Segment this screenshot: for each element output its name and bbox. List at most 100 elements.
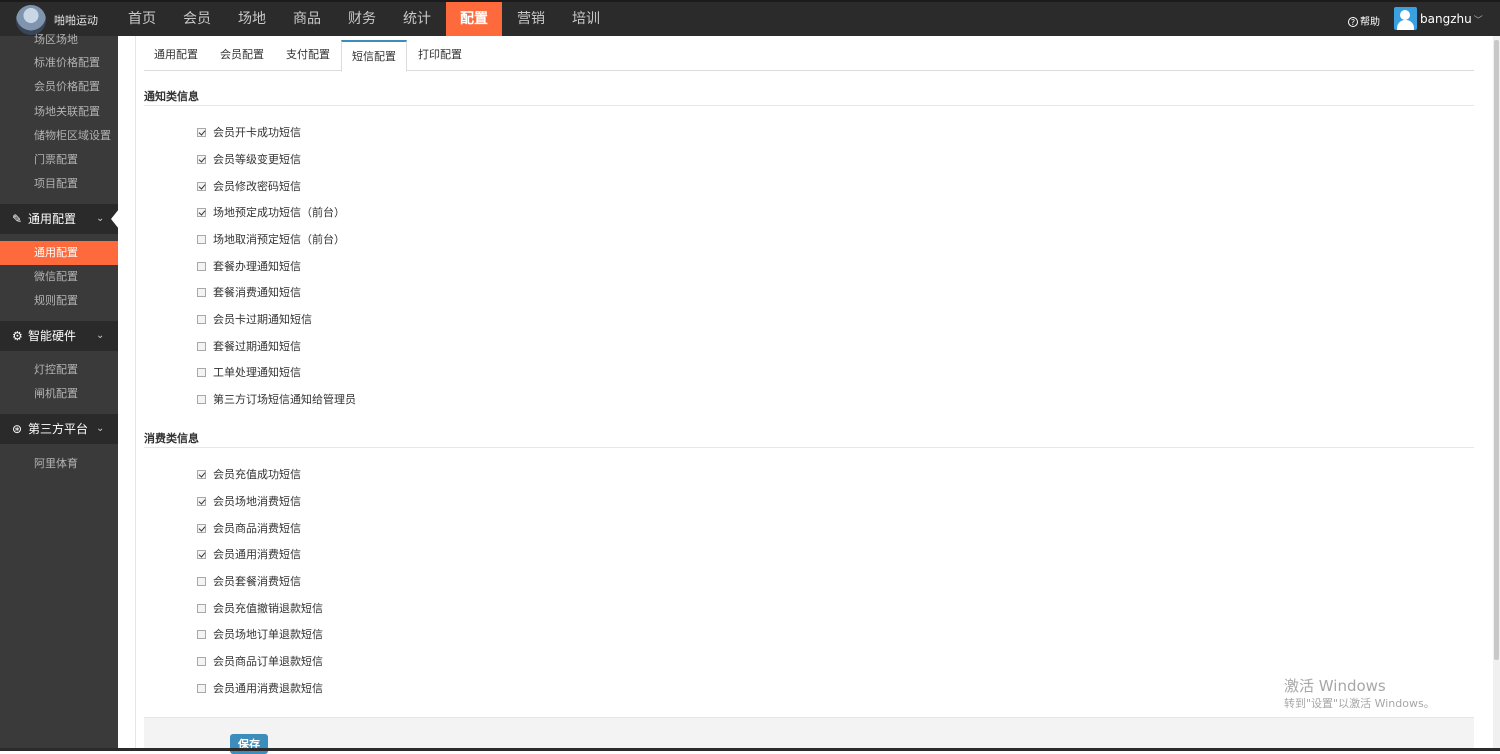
checkbox-row[interactable]: 会员开卡成功短信	[197, 124, 301, 140]
checkbox-label: 套餐消费通知短信	[213, 286, 301, 299]
user-menu[interactable]: bangzhu ﹀	[1420, 12, 1483, 26]
sidebar-item-venue-link[interactable]: 场地关联配置	[0, 100, 118, 124]
checkbox-row[interactable]: 套餐过期通知短信	[197, 338, 301, 354]
checkbox[interactable]	[197, 287, 206, 297]
handshake-icon: ⊛	[12, 422, 23, 436]
sidebar-group-label: 通用配置	[28, 212, 77, 226]
windows-activation-title: 激活 Windows	[1284, 677, 1386, 695]
checkbox-row[interactable]: 会员等级变更短信	[197, 151, 301, 167]
sidebar-item-wechat-config[interactable]: 微信配置	[0, 265, 118, 289]
chevron-down-icon: ⌄	[96, 213, 105, 224]
sidebar-group-third-party[interactable]: ⊛ 第三方平台 ⌄	[0, 414, 118, 444]
nav-home[interactable]: 首页	[116, 2, 168, 36]
checkbox[interactable]	[197, 154, 206, 164]
checkbox-row[interactable]: 套餐办理通知短信	[197, 258, 301, 274]
checkbox-label: 会员套餐消费短信	[213, 575, 301, 588]
nav-venue[interactable]: 场地	[226, 2, 278, 36]
main-nav: 首页 会员 场地 商品 财务 统计 配置 营销 培训	[116, 2, 615, 36]
checkbox-row[interactable]: 会员充值撤销退款短信	[197, 600, 323, 616]
sidebar-item-ticket[interactable]: 门票配置	[0, 148, 118, 172]
checkbox-label: 会员卡过期通知短信	[213, 313, 312, 326]
checkbox-row[interactable]: 会员通用消费退款短信	[197, 680, 323, 696]
checkbox[interactable]	[197, 234, 206, 244]
checkbox-row[interactable]: 场地预定成功短信（前台）	[197, 204, 345, 220]
checkbox[interactable]	[197, 394, 206, 404]
sidebar-item-rule-config[interactable]: 规则配置	[0, 289, 118, 313]
checkbox[interactable]	[197, 127, 206, 137]
nav-stats[interactable]: 统计	[391, 2, 443, 36]
sidebar-item-ali-sports[interactable]: 阿里体育	[0, 452, 118, 476]
checkbox-row[interactable]: 会员商品订单退款短信	[197, 653, 323, 669]
chevron-down-icon: ⌄	[96, 423, 105, 434]
sidebar-item-court[interactable]: 场区场地	[0, 28, 118, 52]
checkbox[interactable]	[197, 523, 206, 533]
chevron-down-icon: ⌄	[96, 330, 105, 341]
save-button[interactable]: 保存	[230, 734, 268, 754]
checkbox-label: 会员等级变更短信	[213, 153, 301, 166]
sidebar-group-label: 智能硬件	[28, 329, 77, 343]
tab-member[interactable]: 会员配置	[210, 40, 274, 71]
sidebar-active-indicator	[111, 209, 119, 229]
checkbox-label: 套餐办理通知短信	[213, 260, 301, 273]
checkbox[interactable]	[197, 367, 206, 377]
user-avatar[interactable]	[1394, 7, 1417, 30]
checkbox[interactable]	[197, 683, 206, 693]
checkbox[interactable]	[197, 469, 206, 479]
checkbox-label: 会员通用消费短信	[213, 548, 301, 561]
nav-config[interactable]: 配置	[446, 2, 502, 36]
checkbox-row[interactable]: 会员场地消费短信	[197, 493, 301, 509]
checkbox[interactable]	[197, 576, 206, 586]
tab-sms[interactable]: 短信配置	[341, 40, 407, 72]
checkbox-row[interactable]: 会员套餐消费短信	[197, 573, 301, 589]
sidebar-item-locker-area[interactable]: 储物柜区域设置	[0, 124, 118, 148]
checkbox-row[interactable]: 套餐消费通知短信	[197, 284, 301, 300]
sidebar: 场区场地 标准价格配置 会员价格配置 场地关联配置 储物柜区域设置 门票配置 项…	[0, 33, 118, 751]
checkbox[interactable]	[197, 549, 206, 559]
checkbox-row[interactable]: 会员充值成功短信	[197, 466, 301, 482]
checkbox-label: 会员修改密码短信	[213, 180, 301, 193]
form-footer: 保存	[144, 717, 1474, 754]
sidebar-item-project[interactable]: 项目配置	[0, 172, 118, 196]
checkbox-row[interactable]: 工单处理通知短信	[197, 364, 301, 380]
tab-general[interactable]: 通用配置	[144, 40, 208, 71]
tab-payment[interactable]: 支付配置	[276, 40, 340, 71]
section-title-consumption: 消费类信息	[144, 430, 1474, 448]
scrollbar-thumb[interactable]	[1494, 40, 1499, 660]
checkbox[interactable]	[197, 207, 206, 217]
nav-finance[interactable]: 财务	[336, 2, 388, 36]
username: bangzhu	[1420, 12, 1472, 26]
checkbox[interactable]	[197, 656, 206, 666]
section-title-notification: 通知类信息	[144, 88, 1474, 106]
nav-training[interactable]: 培训	[560, 2, 612, 36]
checkbox[interactable]	[197, 341, 206, 351]
checkbox-row[interactable]: 会员卡过期通知短信	[197, 311, 312, 327]
checkbox[interactable]	[197, 629, 206, 639]
sidebar-item-light-control[interactable]: 灯控配置	[0, 358, 118, 382]
nav-marketing[interactable]: 营销	[505, 2, 557, 36]
sidebar-item-general-config[interactable]: 通用配置	[0, 241, 118, 265]
help-link[interactable]: ? 帮助	[1348, 13, 1380, 28]
tab-print[interactable]: 打印配置	[408, 40, 472, 71]
checkbox-label: 会员商品订单退款短信	[213, 655, 323, 668]
checkbox-row[interactable]: 会员场地订单退款短信	[197, 626, 323, 642]
sidebar-item-gate-config[interactable]: 闸机配置	[0, 382, 118, 406]
sidebar-group-hardware[interactable]: ⚙ 智能硬件 ⌄	[0, 321, 118, 351]
sidebar-group-general[interactable]: ✎ 通用配置 ⌄	[0, 204, 118, 234]
checkbox[interactable]	[197, 314, 206, 324]
brand-name: 啪啪运动	[54, 14, 98, 27]
checkbox[interactable]	[197, 181, 206, 191]
checkbox[interactable]	[197, 603, 206, 613]
checkbox-row[interactable]: 会员商品消费短信	[197, 520, 301, 536]
checkbox-row[interactable]: 会员修改密码短信	[197, 178, 301, 194]
nav-goods[interactable]: 商品	[281, 2, 333, 36]
checkbox-label: 会员场地订单退款短信	[213, 628, 323, 641]
checkbox-row[interactable]: 场地取消预定短信（前台）	[197, 231, 345, 247]
nav-member[interactable]: 会员	[171, 2, 223, 36]
checkbox[interactable]	[197, 496, 206, 506]
wrench-icon: ✎	[12, 212, 23, 226]
checkbox-row[interactable]: 会员通用消费短信	[197, 546, 301, 562]
sidebar-item-standard-price[interactable]: 标准价格配置	[0, 51, 118, 75]
sidebar-item-member-price[interactable]: 会员价格配置	[0, 75, 118, 99]
checkbox-row[interactable]: 第三方订场短信通知给管理员	[197, 391, 356, 407]
checkbox[interactable]	[197, 261, 206, 271]
